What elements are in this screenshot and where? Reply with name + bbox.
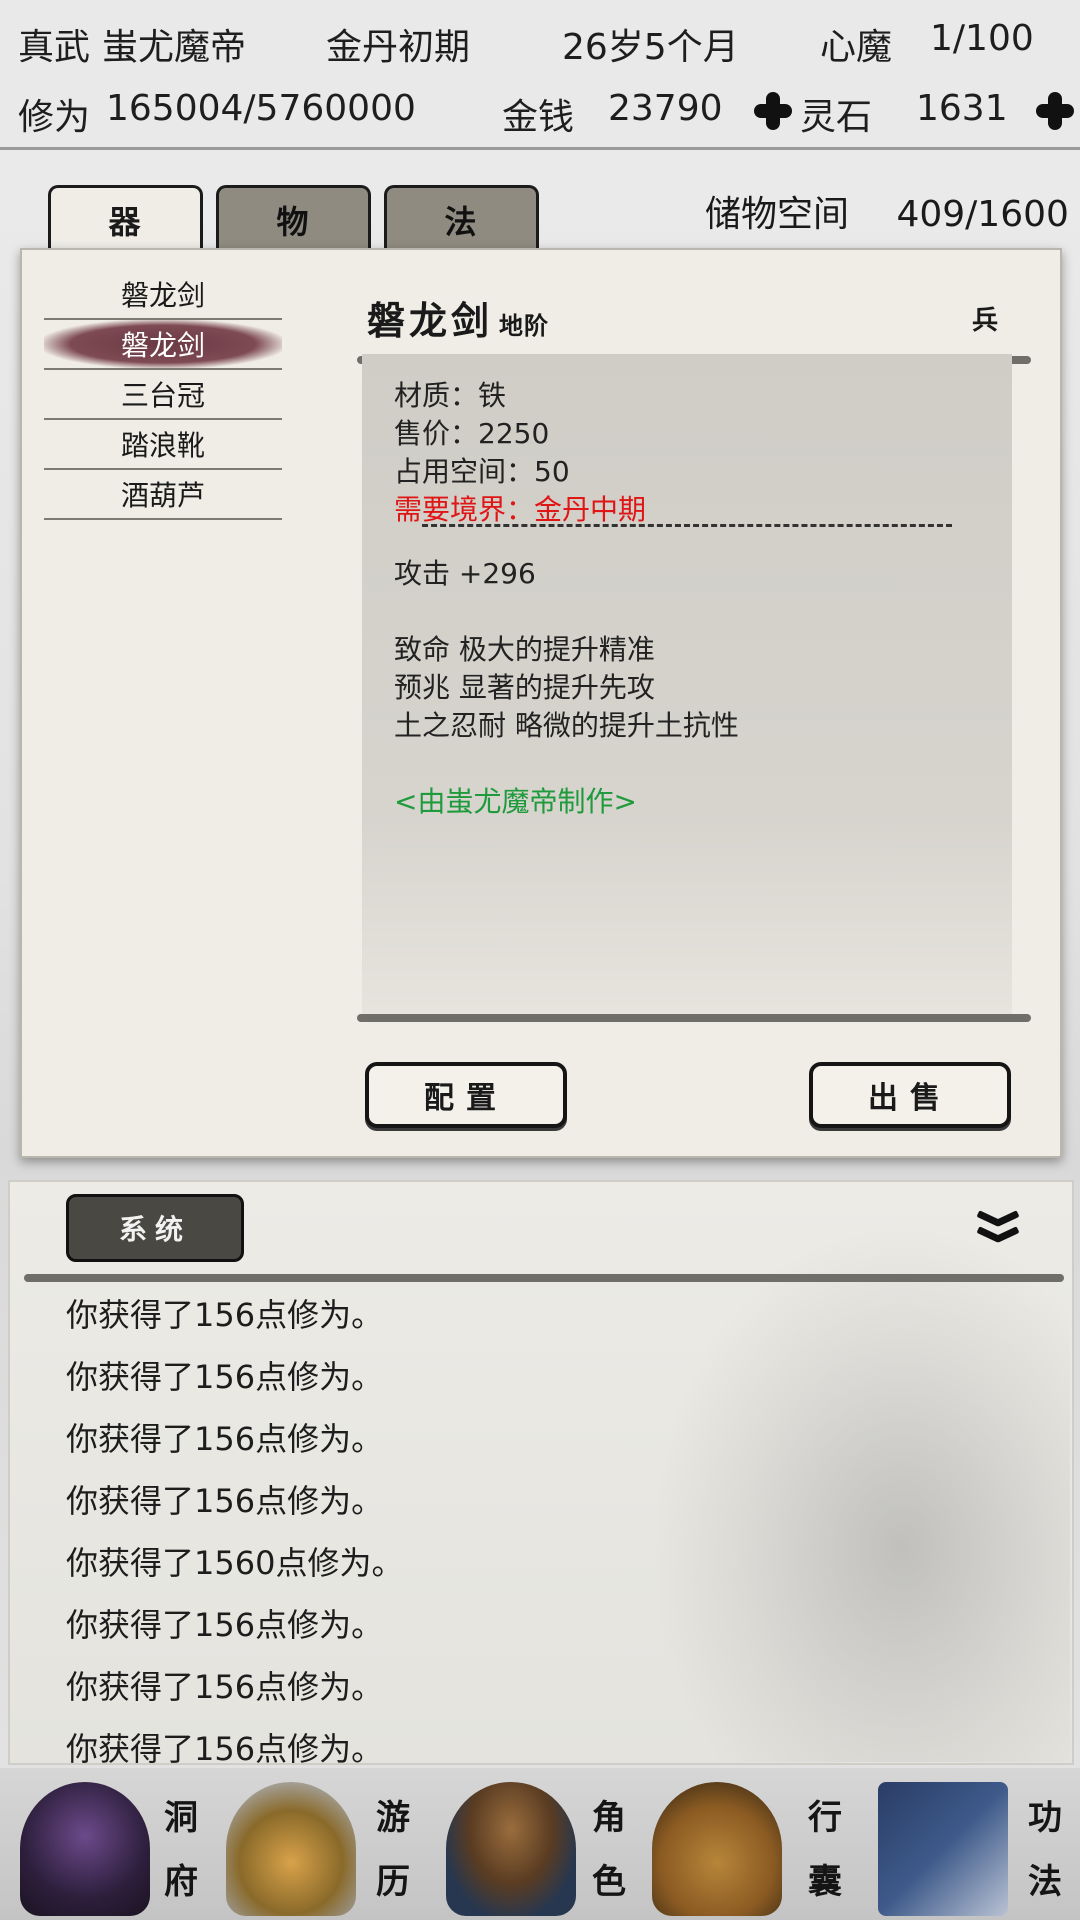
item-affix: 土之忍耐 略微的提升土抗性 — [394, 709, 739, 742]
cultivation-value: 165004/5760000 — [106, 88, 416, 129]
travel-grass-icon — [226, 1782, 356, 1916]
character-hat-icon — [446, 1782, 576, 1916]
status-bar: 真武 蚩尤魔帝 金丹初期 26岁5个月 心魔 1/100 修为 165004/5… — [0, 0, 1080, 150]
item-detail-box: 材质：铁 售价：2250 占用空间：50 需要境界：金丹中期 攻击 +296 致… — [362, 354, 1012, 1014]
system-log-panel: 系统 你获得了156点修为。 你获得了156点修为。 你获得了156点修为。 你… — [8, 1180, 1074, 1768]
sell-button[interactable]: 出售 — [809, 1062, 1011, 1128]
nav-techniques[interactable]: 功法 — [864, 1768, 1080, 1920]
nav-cave-mansion[interactable]: 洞府 — [0, 1768, 216, 1920]
player-age: 26岁5个月 — [562, 27, 739, 68]
item-type: 兵 — [972, 306, 999, 336]
cultivation-label: 修为 — [18, 97, 91, 138]
add-money-icon[interactable] — [752, 90, 794, 132]
item-requirement: 需要境界：金丹中期 — [394, 493, 647, 526]
log-line: 你获得了156点修为。 — [66, 1296, 384, 1334]
log-line: 你获得了156点修为。 — [66, 1606, 384, 1644]
storage-value: 409/1600 — [896, 194, 1069, 235]
tab-items[interactable]: 物 — [216, 185, 371, 251]
item-name: 磐龙剑 — [367, 298, 494, 343]
storage-capacity: 储物空间 409/1600 — [705, 185, 1069, 237]
tab-equipment[interactable]: 器 — [48, 185, 203, 251]
cultivation-realm: 金丹初期 — [326, 27, 471, 68]
spirit-stone-value: 1631 — [916, 88, 1008, 129]
list-item[interactable]: 三台冠 — [44, 370, 282, 420]
divider — [357, 1014, 1031, 1022]
item-space: 占用空间：50 — [394, 455, 570, 488]
inventory-panel: 磐龙剑 磐龙剑 三台冠 踏浪靴 酒葫芦 磐龙剑 地阶 兵 材质：铁 售价：2250… — [20, 248, 1062, 1158]
divider — [24, 1274, 1064, 1282]
money-value: 23790 — [608, 88, 723, 129]
add-spirit-stone-icon[interactable] — [1034, 90, 1076, 132]
nav-character[interactable]: 角色 — [432, 1768, 648, 1920]
player-title: 真武 — [18, 27, 91, 68]
dashed-divider — [422, 524, 952, 527]
log-line: 你获得了1560点修为。 — [66, 1544, 404, 1582]
bag-icon — [652, 1782, 782, 1916]
log-line: 你获得了156点修为。 — [66, 1482, 384, 1520]
bottom-nav: 洞府 游历 角色 行囊 功法 — [0, 1768, 1080, 1920]
ink-landscape-background — [650, 1222, 1070, 1762]
storage-label: 储物空间 — [705, 194, 850, 235]
heart-demon-value: 1/100 — [930, 18, 1034, 59]
log-line: 你获得了156点修为。 — [66, 1730, 384, 1768]
item-price: 售价：2250 — [394, 417, 550, 450]
log-line: 你获得了156点修为。 — [66, 1420, 384, 1458]
list-item[interactable]: 踏浪靴 — [44, 420, 282, 470]
tab-techniques[interactable]: 法 — [384, 185, 539, 251]
log-line: 你获得了156点修为。 — [66, 1668, 384, 1706]
item-maker: <由蚩尤魔帝制作> — [394, 785, 637, 818]
list-item[interactable]: 磐龙剑 — [44, 270, 282, 320]
nav-label: 功法 — [1028, 1798, 1062, 1902]
item-material: 材质：铁 — [394, 379, 507, 412]
item-grade: 地阶 — [499, 311, 550, 340]
item-affix: 预兆 显著的提升先攻 — [394, 671, 655, 704]
item-attack: 攻击 +296 — [394, 557, 536, 590]
player-name: 蚩尤魔帝 — [102, 27, 247, 68]
nav-bag[interactable]: 行囊 — [648, 1768, 864, 1920]
spirit-stone-label: 灵石 — [800, 97, 873, 138]
money-label: 金钱 — [502, 97, 575, 138]
equip-button[interactable]: 配置 — [365, 1062, 567, 1128]
heart-demon-label: 心魔 — [820, 27, 893, 68]
item-affix: 致命 极大的提升精准 — [394, 633, 655, 666]
nav-label: 角色 — [592, 1798, 626, 1902]
nav-label: 洞府 — [164, 1798, 198, 1902]
collapse-chevron-icon[interactable] — [970, 1204, 1026, 1248]
nav-label: 游历 — [376, 1798, 410, 1902]
cave-mansion-icon — [20, 1782, 150, 1916]
tab-system-log[interactable]: 系统 — [66, 1194, 244, 1262]
nav-label: 行囊 — [808, 1798, 842, 1902]
list-item-selected[interactable]: 磐龙剑 — [44, 320, 282, 370]
item-title: 磐龙剑 地阶 — [367, 290, 549, 345]
scroll-book-icon — [878, 1782, 1008, 1916]
nav-travel[interactable]: 游历 — [216, 1768, 432, 1920]
list-item[interactable]: 酒葫芦 — [44, 470, 282, 520]
log-line: 你获得了156点修为。 — [66, 1358, 384, 1396]
